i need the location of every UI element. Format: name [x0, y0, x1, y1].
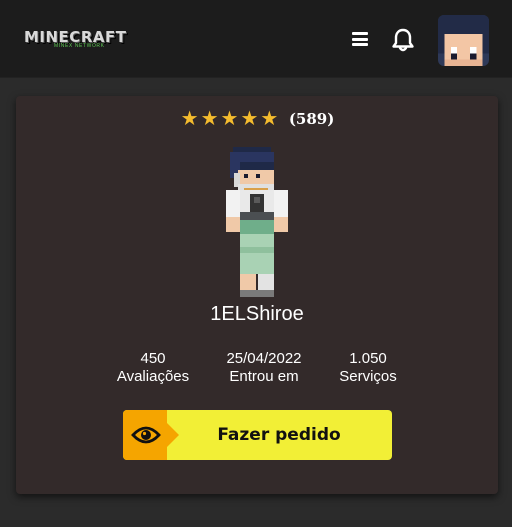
star-icon: ★	[240, 108, 259, 130]
stat-label: Entrou em	[229, 368, 299, 385]
star-icon: ★	[220, 108, 239, 130]
place-order-button[interactable]: Fazer pedido	[123, 410, 392, 460]
order-button-icon-area	[123, 410, 167, 460]
star-icon: ★	[260, 108, 279, 130]
avatar[interactable]	[438, 15, 489, 66]
eye-icon	[131, 426, 161, 444]
star-icon: ★	[200, 108, 219, 130]
stat-value: 25/04/2022	[226, 350, 302, 367]
order-button-label: Fazer pedido	[217, 425, 341, 445]
bell-icon[interactable]	[390, 27, 416, 53]
star-rating: ★ ★ ★ ★ ★	[180, 108, 280, 130]
stat-services: 1.050 Serviços	[313, 350, 423, 386]
stat-value: 1.050	[349, 350, 387, 367]
stat-joined: 25/04/2022 Entrou em	[209, 350, 319, 386]
star-icon: ★	[180, 108, 199, 130]
minecraft-logo[interactable]: MINECRAFT MINEX NETWORK	[24, 28, 126, 52]
username: 1ELShiroe	[210, 303, 304, 325]
top-navigation-bar: MINECRAFT MINEX NETWORK	[0, 0, 512, 78]
stat-label: Serviços	[339, 368, 397, 385]
minecraft-skin-render	[224, 147, 290, 297]
stat-value: 450	[140, 350, 166, 367]
stat-reviews: 450 Avaliações	[98, 350, 208, 386]
profile-stats: 450 Avaliações 25/04/2022 Entrou em 1.05…	[16, 350, 498, 390]
hamburger-menu-icon[interactable]	[352, 32, 368, 46]
profile-card: ★ ★ ★ ★ ★ (589) 1ELShiroe 450 Avaliações…	[16, 96, 498, 494]
stat-label: Avaliações	[116, 368, 190, 385]
rating-count: (589)	[288, 110, 335, 128]
rating: ★ ★ ★ ★ ★ (589)	[16, 108, 498, 130]
logo-subtitle: MINEX NETWORK	[54, 43, 105, 49]
